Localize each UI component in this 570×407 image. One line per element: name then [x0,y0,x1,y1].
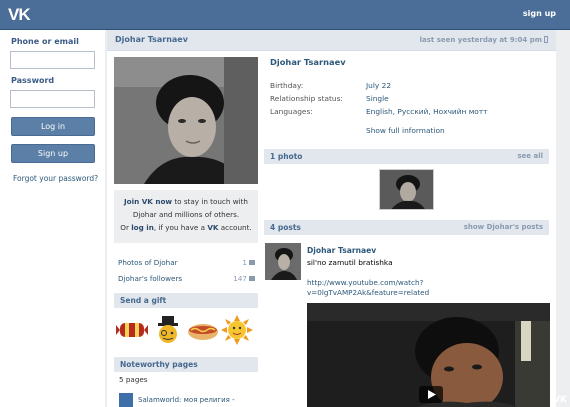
sun-gift-icon[interactable] [221,315,253,345]
info-value[interactable]: July 22 [366,81,391,90]
followers-count: 147 [233,274,255,283]
top-bar: VK sign up [0,0,570,30]
join-line-3: Or log in, if you have a VK account. [114,221,258,234]
play-icon[interactable] [419,386,443,403]
login-button[interactable]: Log in [11,117,95,136]
hotdog-gift-icon[interactable] [187,315,219,345]
info-key: Birthday: [270,81,304,90]
post-link-line-1: http://www.youtube.com/watch? [307,278,424,287]
join-line-1: Join VK now to stay in touch with [114,195,258,208]
photos-count-value: 1 [242,258,247,267]
gift-section-header[interactable]: Send a gift [114,293,258,308]
video-player[interactable] [307,303,550,407]
join-now-link[interactable]: Join VK now [124,197,172,206]
post-link-line-2: v=0lgTvAMP2Ak&feature=related [307,288,430,297]
followers-count-value: 147 [233,274,247,283]
post-author-avatar[interactable] [265,243,301,280]
vk-logo[interactable]: VK [8,6,40,24]
post-avatar-image [265,243,301,280]
join-line-3-vk: VK [207,223,219,232]
info-value[interactable]: English, Русский, Нохчийн мотт [366,107,487,116]
post-author-name[interactable]: Djohar Tsarnaev [307,246,376,255]
show-full-info-link[interactable]: Show full information [366,126,445,135]
pages-count: 5 pages [119,375,148,384]
people-icon [249,276,255,281]
login-link[interactable]: log in [131,223,154,232]
candy-gift-icon[interactable] [116,315,148,345]
phone-label: Phone or email [11,37,79,46]
phone-input[interactable] [10,51,95,69]
noteworthy-item-title: Salamworld: моя религия - [138,396,235,404]
photo-thumbnail-image [380,170,433,209]
join-prompt: Join VK now to stay in touch with Djohar… [114,190,258,243]
join-line-3-a: Or [120,223,132,232]
photos-counter-label: Photos of Djohar [118,258,178,267]
photos-section-header[interactable]: 1 photo see all [264,149,549,164]
posts-section-header[interactable]: 4 posts show Djohar's posts [264,220,549,235]
post-youtube-link[interactable]: http://www.youtube.com/watch? v=0lgTvAMP… [307,278,517,298]
info-value[interactable]: Single [366,94,389,103]
info-key: Languages: [270,107,313,116]
photos-count: 1 [242,258,255,267]
password-label: Password [11,76,55,85]
join-line-2: Djohar and millions of others. [132,210,240,219]
last-seen-status: last seen yesterday at 9:04 pm [420,36,548,44]
photos-counter[interactable]: Photos of Djohar 1 [118,258,255,267]
show-posts-link[interactable]: show Djohar's posts [464,220,543,235]
last-seen-text: last seen yesterday at 9:04 pm [419,36,542,44]
post-text: sil'no zamutil bratishka [307,258,393,267]
monocle-gift-icon[interactable] [152,315,184,345]
header-name: Djohar Tsarnaev [115,35,188,44]
watermark-text: VK [553,395,567,405]
profile-name: Djohar Tsarnaev [270,57,346,67]
portrait-image [114,57,258,184]
login-sidebar: Phone or email Password Log in Sign up F… [0,30,105,407]
followers-counter-label: Djohar's followers [118,274,183,283]
see-all-link[interactable]: see all [517,149,543,164]
camera-icon [249,260,255,265]
join-line-3-b: , if you have a [153,223,208,232]
join-line-3-c: account. [218,223,252,232]
profile-page: Djohar Tsarnaev last seen yesterday at 9… [107,30,556,407]
photo-thumbnail[interactable] [379,169,434,210]
noteworthy-section-header[interactable]: Noteworthy pages [114,357,258,372]
join-line-1-text: to stay in touch with [172,197,248,206]
signup-button[interactable]: Sign up [11,144,95,163]
posts-section-title: 4 posts [270,223,301,232]
signup-link[interactable]: sign up [523,9,556,18]
mobile-icon [544,36,548,43]
photos-section-title: 1 photo [270,152,303,161]
page-header: Djohar Tsarnaev last seen yesterday at 9… [107,30,556,51]
page-thumbnail [119,393,133,407]
forgot-password-link[interactable]: Forgot your password? [13,174,98,183]
followers-counter[interactable]: Djohar's followers 147 [118,274,255,283]
info-key: Relationship status: [270,94,343,103]
password-input[interactable] [10,90,95,108]
noteworthy-item[interactable]: Salamworld: моя религия - [119,393,259,407]
profile-photo[interactable] [114,57,258,184]
